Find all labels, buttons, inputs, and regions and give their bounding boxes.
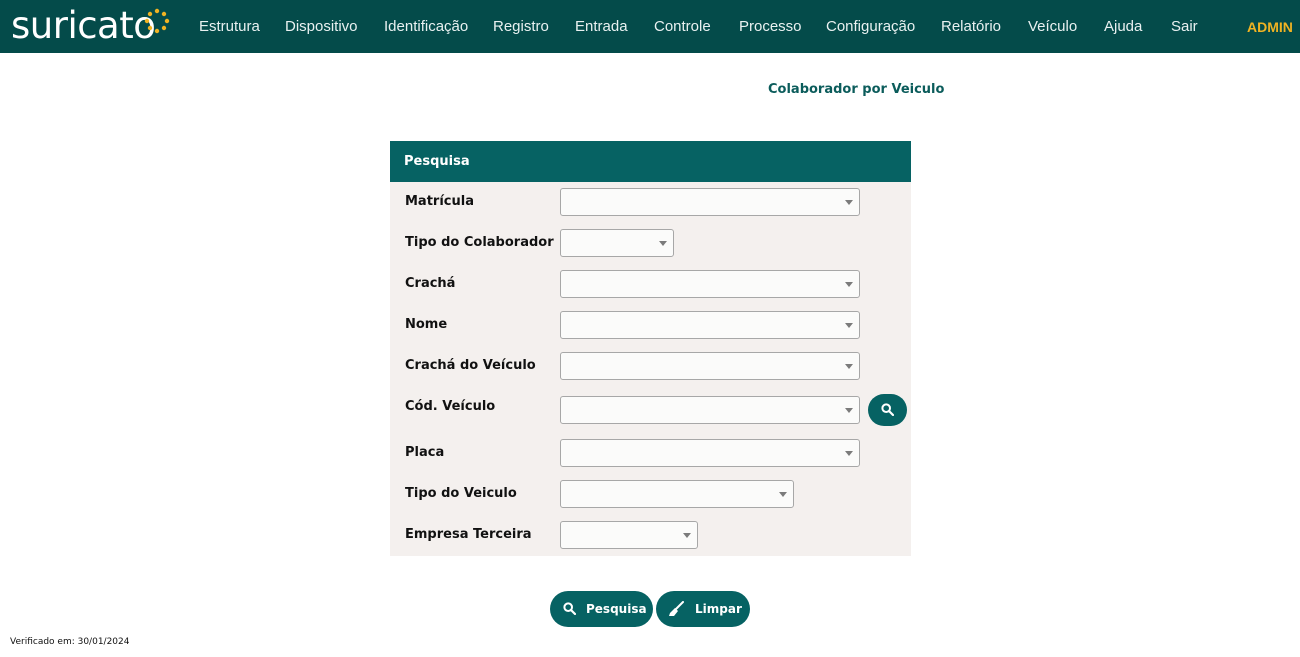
placa-label: Placa bbox=[405, 445, 445, 460]
empresa-terceira-label: Empresa Terceira bbox=[405, 527, 532, 542]
chevron-down-icon bbox=[845, 282, 853, 287]
nav-item-ajuda[interactable]: Ajuda bbox=[1104, 17, 1142, 37]
logo-text: suricato bbox=[11, 4, 156, 47]
empresa-terceira-select[interactable] bbox=[560, 521, 698, 549]
chevron-down-icon bbox=[683, 533, 691, 538]
tipo-colaborador-select[interactable] bbox=[560, 229, 674, 257]
chevron-down-icon bbox=[845, 323, 853, 328]
nav-item-dispositivo[interactable]: Dispositivo bbox=[285, 17, 358, 37]
limpar-button[interactable]: Limpar bbox=[656, 591, 750, 627]
tipo-veiculo-label: Tipo do Veiculo bbox=[405, 486, 517, 501]
nav-item-veiculo[interactable]: Veículo bbox=[1028, 17, 1077, 37]
pesquisa-button-label: Pesquisa bbox=[586, 602, 647, 616]
limpar-button-label: Limpar bbox=[695, 602, 742, 616]
cod-veiculo-label: Cód. Veículo bbox=[405, 399, 496, 414]
tipo-colaborador-label: Tipo do Colaborador bbox=[405, 235, 554, 250]
tipo-veiculo-select[interactable] bbox=[560, 480, 794, 508]
page-title: Colaborador por Veiculo bbox=[768, 82, 945, 97]
nav-item-estrutura[interactable]: Estrutura bbox=[199, 17, 260, 37]
chevron-down-icon bbox=[779, 492, 787, 497]
chevron-down-icon bbox=[845, 408, 853, 413]
placa-select[interactable] bbox=[560, 439, 860, 467]
cracha-veiculo-select[interactable] bbox=[560, 352, 860, 380]
chevron-down-icon bbox=[845, 200, 853, 205]
broom-icon bbox=[669, 601, 684, 616]
search-icon bbox=[563, 602, 576, 615]
nav-item-processo[interactable]: Processo bbox=[739, 17, 802, 37]
chevron-down-icon bbox=[845, 364, 853, 369]
nav-item-identificacao[interactable]: Identificação bbox=[384, 17, 468, 37]
nome-label: Nome bbox=[405, 317, 448, 332]
cod-veiculo-select[interactable] bbox=[560, 396, 860, 424]
cracha-select[interactable] bbox=[560, 270, 860, 298]
search-vehicle-button[interactable] bbox=[868, 394, 907, 426]
nav-item-sair[interactable]: Sair bbox=[1171, 17, 1198, 37]
cracha-label: Crachá bbox=[405, 276, 456, 291]
matricula-label: Matrícula bbox=[405, 194, 474, 209]
nav-item-configuracao[interactable]: Configuração bbox=[826, 17, 915, 37]
chevron-down-icon bbox=[659, 241, 667, 246]
panel-title: Pesquisa bbox=[404, 154, 470, 169]
nav-item-entrada[interactable]: Entrada bbox=[575, 17, 628, 37]
nav-item-controle[interactable]: Controle bbox=[654, 17, 711, 37]
verified-date-text: Verificado em: 30/01/2024 bbox=[10, 637, 130, 647]
panel-header: Pesquisa bbox=[390, 141, 911, 182]
sun-dots-icon bbox=[144, 8, 170, 34]
matricula-select[interactable] bbox=[560, 188, 860, 216]
pesquisa-button[interactable]: Pesquisa bbox=[550, 591, 653, 627]
nome-select[interactable] bbox=[560, 311, 860, 339]
suricato-logo[interactable]: suricato bbox=[11, 3, 170, 49]
chevron-down-icon bbox=[845, 451, 853, 456]
top-navigation-bar: suricato Estrutura Dispositivo Identific… bbox=[0, 0, 1300, 53]
cracha-veiculo-label: Crachá do Veículo bbox=[405, 358, 536, 373]
nav-item-registro[interactable]: Registro bbox=[493, 17, 549, 37]
nav-item-relatorio[interactable]: Relatório bbox=[941, 17, 1001, 37]
search-icon bbox=[881, 403, 894, 416]
user-name[interactable]: ADMIN bbox=[1247, 17, 1293, 37]
